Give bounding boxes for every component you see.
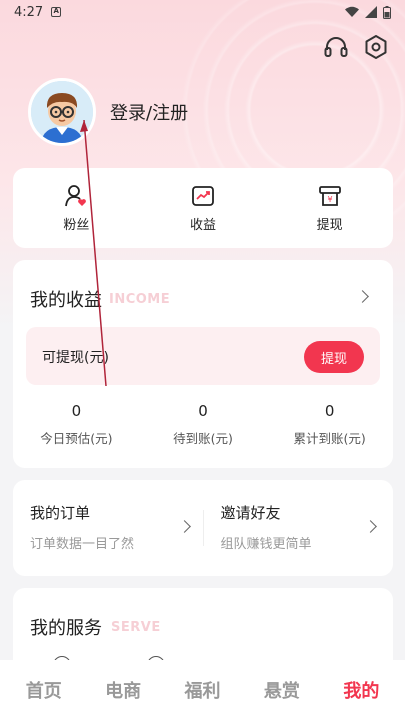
stat-today-estimate[interactable]: 0 今日预估(元) [13,402,140,447]
invite-friends-subtitle: 组队赚钱更简单 [220,537,312,552]
my-orders-item[interactable]: 我的订单 订单数据一目了然 [13,498,203,558]
quick-actions-card: 粉丝 收益 ¥ 提现 [13,168,393,248]
invite-friends-item[interactable]: 邀请好友 组队赚钱更简单 [204,498,394,558]
quick-action-label: 粉丝 [63,217,90,233]
stat-value: 0 [324,402,335,420]
quick-action-label: 收益 [190,217,217,233]
stat-pending[interactable]: 0 待到账(元) [140,402,267,447]
stat-label: 待到账(元) [173,431,233,446]
headset-icon[interactable] [323,34,349,60]
invite-friends-title: 邀请好友 [220,504,281,522]
fans-icon [65,184,87,206]
quick-action-withdraw[interactable]: ¥ 提现 [266,168,393,248]
status-bar: 4:27 A [0,0,405,24]
quick-action-label: 提现 [316,217,343,233]
stat-label: 累计到账(元) [293,431,366,446]
income-ghost-text: INCOME [109,292,171,307]
battery-icon [383,5,391,19]
settings-icon[interactable] [363,34,389,60]
tab-benefits[interactable]: 福利 [163,677,242,703]
withdraw-button[interactable]: 提现 [304,341,364,373]
status-time: 4:27 [14,4,44,20]
notification-icon: A [51,7,62,17]
tab-bounty[interactable]: 悬赏 [242,677,321,703]
orders-invite-card: 我的订单 订单数据一目了然 邀请好友 组队赚钱更简单 [13,480,393,576]
profile-header[interactable]: 登录/注册 [28,78,188,146]
earnings-chart-icon [192,185,214,206]
quick-action-fans[interactable]: 粉丝 [13,168,140,248]
my-orders-title: 我的订单 [30,504,91,522]
withdrawable-box: 可提现(元) 提现 [26,327,380,385]
svg-text:¥: ¥ [327,195,332,204]
services-ghost-text: SERVE [111,620,161,635]
avatar[interactable] [28,78,96,146]
withdraw-icon: ¥ [318,185,341,206]
bottom-tab-bar: 首页 电商 福利 悬赏 我的 [0,660,405,720]
income-title: 我的收益 [30,290,102,311]
income-chevron-icon[interactable] [356,290,369,303]
signal-icon [365,6,377,18]
wifi-icon [345,6,359,17]
my-orders-subtitle: 订单数据一目了然 [30,537,135,552]
stat-value: 0 [71,402,82,420]
tab-home[interactable]: 首页 [4,677,83,703]
quick-action-earnings[interactable]: 收益 [140,168,267,248]
stat-cumulative[interactable]: 0 累计到账(元) [266,402,393,447]
header-actions [323,34,389,60]
login-register-link[interactable]: 登录/注册 [110,99,188,125]
tab-ecommerce[interactable]: 电商 [83,677,162,703]
income-card: 我的收益 INCOME 可提现(元) 提现 0 今日预估(元) 0 待到账(元)… [13,260,393,468]
income-stats: 0 今日预估(元) 0 待到账(元) 0 累计到账(元) [13,402,393,447]
stat-label: 今日预估(元) [40,431,113,446]
withdrawable-label: 可提现(元) [42,350,109,366]
stat-value: 0 [198,402,208,420]
services-title: 我的服务 [30,618,102,639]
tab-mine[interactable]: 我的 [322,677,401,703]
